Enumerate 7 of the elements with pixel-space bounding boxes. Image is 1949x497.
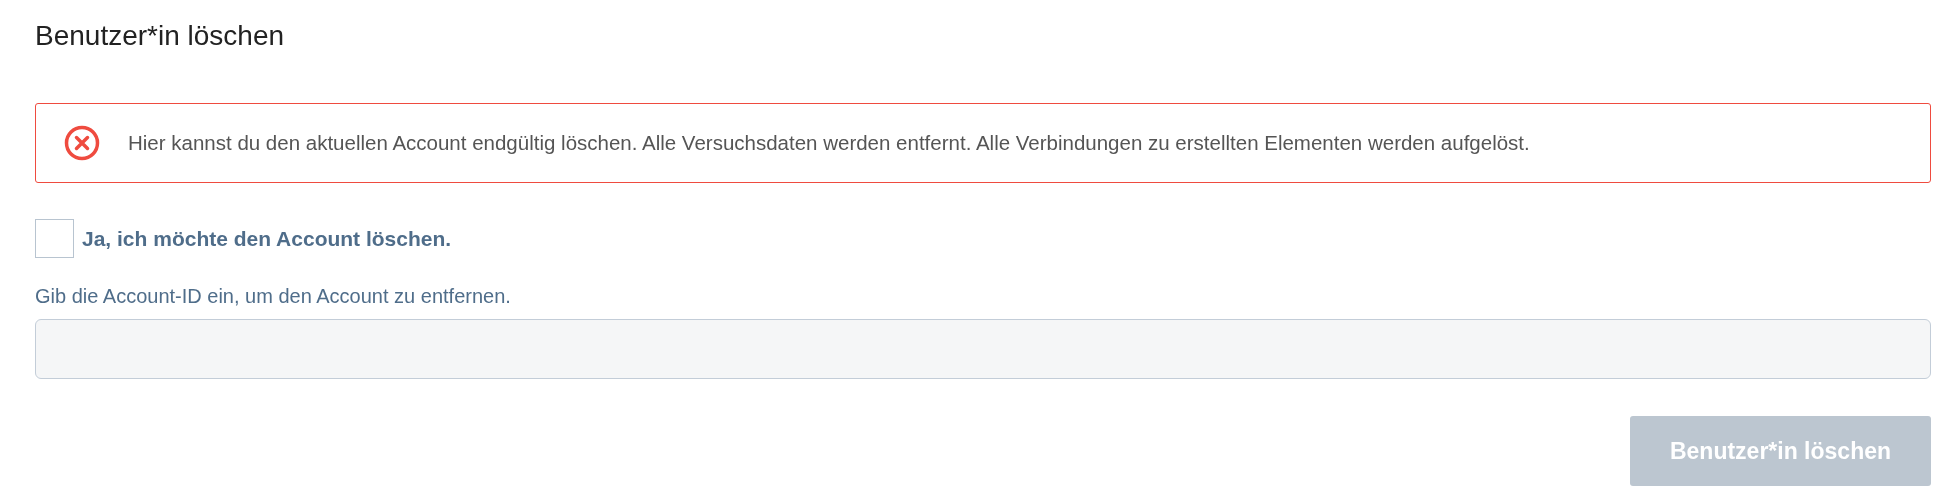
checkbox-label: Ja, ich möchte den Account löschen.: [82, 225, 452, 252]
alert-message: Hier kannst du den aktuellen Account endgültig löschen. Alle Versuchsdaten werden entfernt. Alle Verbindungen zu erstellten Elementen werden aufgelöst.: [128, 129, 1530, 156]
account-id-field[interactable]: [35, 319, 1931, 379]
page-title: Benutzer*in löschen: [35, 19, 286, 53]
checkbox[interactable]: [35, 219, 74, 258]
close-circle-icon: [64, 125, 100, 161]
field-label: Gib die Account-ID ein, um den Account zu entfernen.: [35, 284, 512, 309]
